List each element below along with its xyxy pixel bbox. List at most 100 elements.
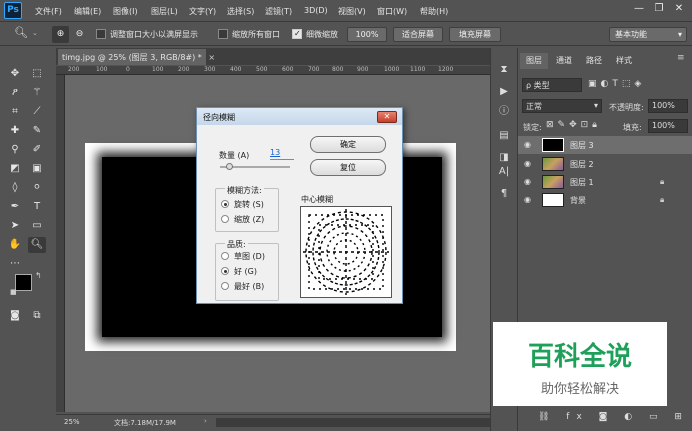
crop-tool-icon[interactable]: ⌗ (6, 104, 24, 120)
horizontal-scrollbar[interactable] (216, 418, 490, 427)
ruler-mark: 200 (178, 66, 190, 73)
reset-button[interactable]: 复位 (310, 159, 386, 176)
lasso-tool-icon[interactable]: ዖ (6, 85, 24, 101)
document-tab[interactable]: timg.jpg @ 25% (图层 3, RGB/8#) * × (58, 49, 215, 65)
maximize-icon[interactable]: ❐ (650, 2, 668, 18)
path-select-icon[interactable]: ➤ (6, 218, 24, 234)
layer-row[interactable]: ◉ 图层 1 🔒︎ (518, 173, 692, 191)
history-panel-icon[interactable]: ⧗ (495, 62, 513, 78)
fill-screen-button[interactable]: 填充屏幕 (449, 27, 501, 42)
chevron-right-icon[interactable]: › (204, 417, 207, 425)
workspace-select[interactable]: 基本功能 ▾ (609, 27, 687, 42)
layer-filter-select[interactable]: ρ 类型 (522, 78, 582, 92)
eye-icon[interactable]: ◉ (524, 140, 534, 150)
blend-mode-select[interactable]: 正常 ▾ (522, 99, 602, 113)
blur-tool-icon[interactable]: ◊ (6, 180, 24, 196)
zoom-tool-icon[interactable]: 🔍︎ (28, 237, 46, 253)
foreground-color-swatch[interactable] (15, 274, 32, 291)
healing-brush-icon[interactable]: ✚ (6, 123, 24, 139)
scrubby-zoom-checkbox[interactable] (292, 29, 302, 39)
amount-slider-thumb[interactable] (226, 163, 234, 170)
layer-row[interactable]: ◉ 图层 2 (518, 155, 692, 173)
screen-mode-icon[interactable]: ⧉ (28, 308, 46, 324)
menu-select[interactable]: 选择(S) (227, 6, 254, 17)
tab-paths[interactable]: 路径 (580, 53, 608, 69)
ok-button[interactable]: 确定 (310, 136, 386, 153)
info-panel-icon[interactable]: ⓘ (495, 104, 513, 120)
swap-colors-icon[interactable]: ↰ (35, 271, 42, 280)
dialog-close-button[interactable]: ✕ (377, 111, 397, 123)
zoom-in-icon[interactable]: ⊕ (52, 26, 69, 43)
method-zoom-radio[interactable] (221, 215, 229, 223)
tab-channels[interactable]: 通道 (550, 53, 578, 69)
tab-layers[interactable]: 图层 (520, 53, 548, 69)
quick-mask-icon[interactable]: ◙ (6, 308, 24, 324)
move-tool-icon[interactable]: ✥ (6, 66, 24, 82)
menu-type[interactable]: 文字(Y) (189, 6, 216, 17)
fill-input[interactable]: 100% (648, 119, 688, 133)
resize-window-checkbox[interactable] (96, 29, 106, 39)
ruler-mark: 700 (308, 66, 320, 73)
default-colors-icon[interactable]: ■ (10, 288, 17, 296)
amount-input[interactable]: 13 (270, 148, 294, 160)
more-tools-icon[interactable]: ⋯ (6, 256, 24, 272)
properties-panel-icon[interactable]: ▤ (495, 128, 513, 144)
magic-wand-icon[interactable]: ⚚ (28, 85, 46, 101)
pen-tool-icon[interactable]: ✒ (6, 199, 24, 215)
gradient-tool-icon[interactable]: ▣ (28, 161, 46, 177)
dodge-tool-icon[interactable]: ⚪ (28, 180, 46, 196)
quality-good-radio[interactable] (221, 267, 229, 275)
zoom-all-label: 缩放所有窗口 (232, 30, 280, 39)
menu-image[interactable]: 图像(I) (113, 6, 138, 17)
tab-close-icon[interactable]: × (208, 53, 215, 62)
opacity-input[interactable]: 100% (648, 99, 688, 113)
zoom-all-checkbox[interactable] (218, 29, 228, 39)
zoom-level[interactable]: 25% (64, 418, 80, 426)
quality-draft-radio[interactable] (221, 252, 229, 260)
eye-icon[interactable]: ◉ (524, 159, 534, 169)
zoom-tool-preset-icon[interactable]: 🔍︎ (14, 26, 32, 43)
menu-filter[interactable]: 滤镜(T) (265, 6, 292, 17)
eye-icon[interactable]: ◉ (524, 195, 534, 205)
brush-tool-icon[interactable]: ✎ (28, 123, 46, 139)
menu-help[interactable]: 帮助(H) (420, 6, 448, 17)
layer-actions-bar[interactable]: ⛓ fx ◙ ◐ ▭ ⊞ 🗑︎ (538, 412, 692, 422)
panel-menu-icon[interactable]: ≡ (677, 53, 685, 63)
layer-thumbnail (542, 193, 564, 207)
tab-styles[interactable]: 样式 (610, 53, 638, 69)
chevron-down-icon[interactable]: ⌄ (32, 29, 38, 37)
method-spin-radio[interactable] (221, 200, 229, 208)
history-brush-icon[interactable]: ✐ (28, 142, 46, 158)
character-panel-icon[interactable]: A| (495, 164, 513, 180)
menu-layer[interactable]: 图层(L) (151, 6, 178, 17)
close-icon[interactable]: ✕ (670, 2, 688, 18)
eye-icon[interactable]: ◉ (524, 177, 534, 187)
horizontal-ruler[interactable]: 200 100 0 100 200 300 400 500 600 700 80… (56, 66, 490, 75)
menu-window[interactable]: 窗口(W) (377, 6, 407, 17)
menu-file[interactable]: 文件(F) (35, 6, 62, 17)
vertical-ruler[interactable] (56, 75, 65, 412)
eraser-icon[interactable]: ◩ (6, 161, 24, 177)
clone-stamp-icon[interactable]: ⚲ (6, 142, 24, 158)
zoom-100-button[interactable]: 100% (347, 27, 387, 42)
quality-best-radio[interactable] (221, 282, 229, 290)
layer-filter-icons[interactable]: ▣◐T⬚◈ (588, 79, 645, 89)
blur-center-preview[interactable] (300, 206, 392, 298)
paragraph-panel-icon[interactable]: ¶ (495, 186, 513, 202)
actions-play-icon[interactable]: ▶ (495, 84, 513, 100)
lock-options-icons[interactable]: ⊠✎✥⊡🔒︎ (546, 120, 601, 130)
ruler-mark: 900 (357, 66, 369, 73)
eyedropper-icon[interactable]: ⟋ (28, 104, 46, 120)
zoom-out-icon[interactable]: ⊖ (71, 26, 88, 43)
menu-view[interactable]: 视图(V) (338, 6, 366, 17)
menu-edit[interactable]: 编辑(E) (74, 6, 101, 17)
fit-screen-button[interactable]: 适合屏幕 (393, 27, 443, 42)
shape-tool-icon[interactable]: ▭ (28, 218, 46, 234)
type-tool-icon[interactable]: T (28, 199, 46, 215)
menu-3d[interactable]: 3D(D) (304, 6, 328, 15)
layer-row[interactable]: ◉ 图层 3 (518, 136, 692, 154)
layer-row[interactable]: ◉ 背景 🔒︎ (518, 191, 692, 209)
marquee-tool-icon[interactable]: ⬚ (28, 66, 46, 82)
minimize-icon[interactable]: — (630, 2, 648, 18)
hand-tool-icon[interactable]: ✋ (6, 237, 24, 253)
